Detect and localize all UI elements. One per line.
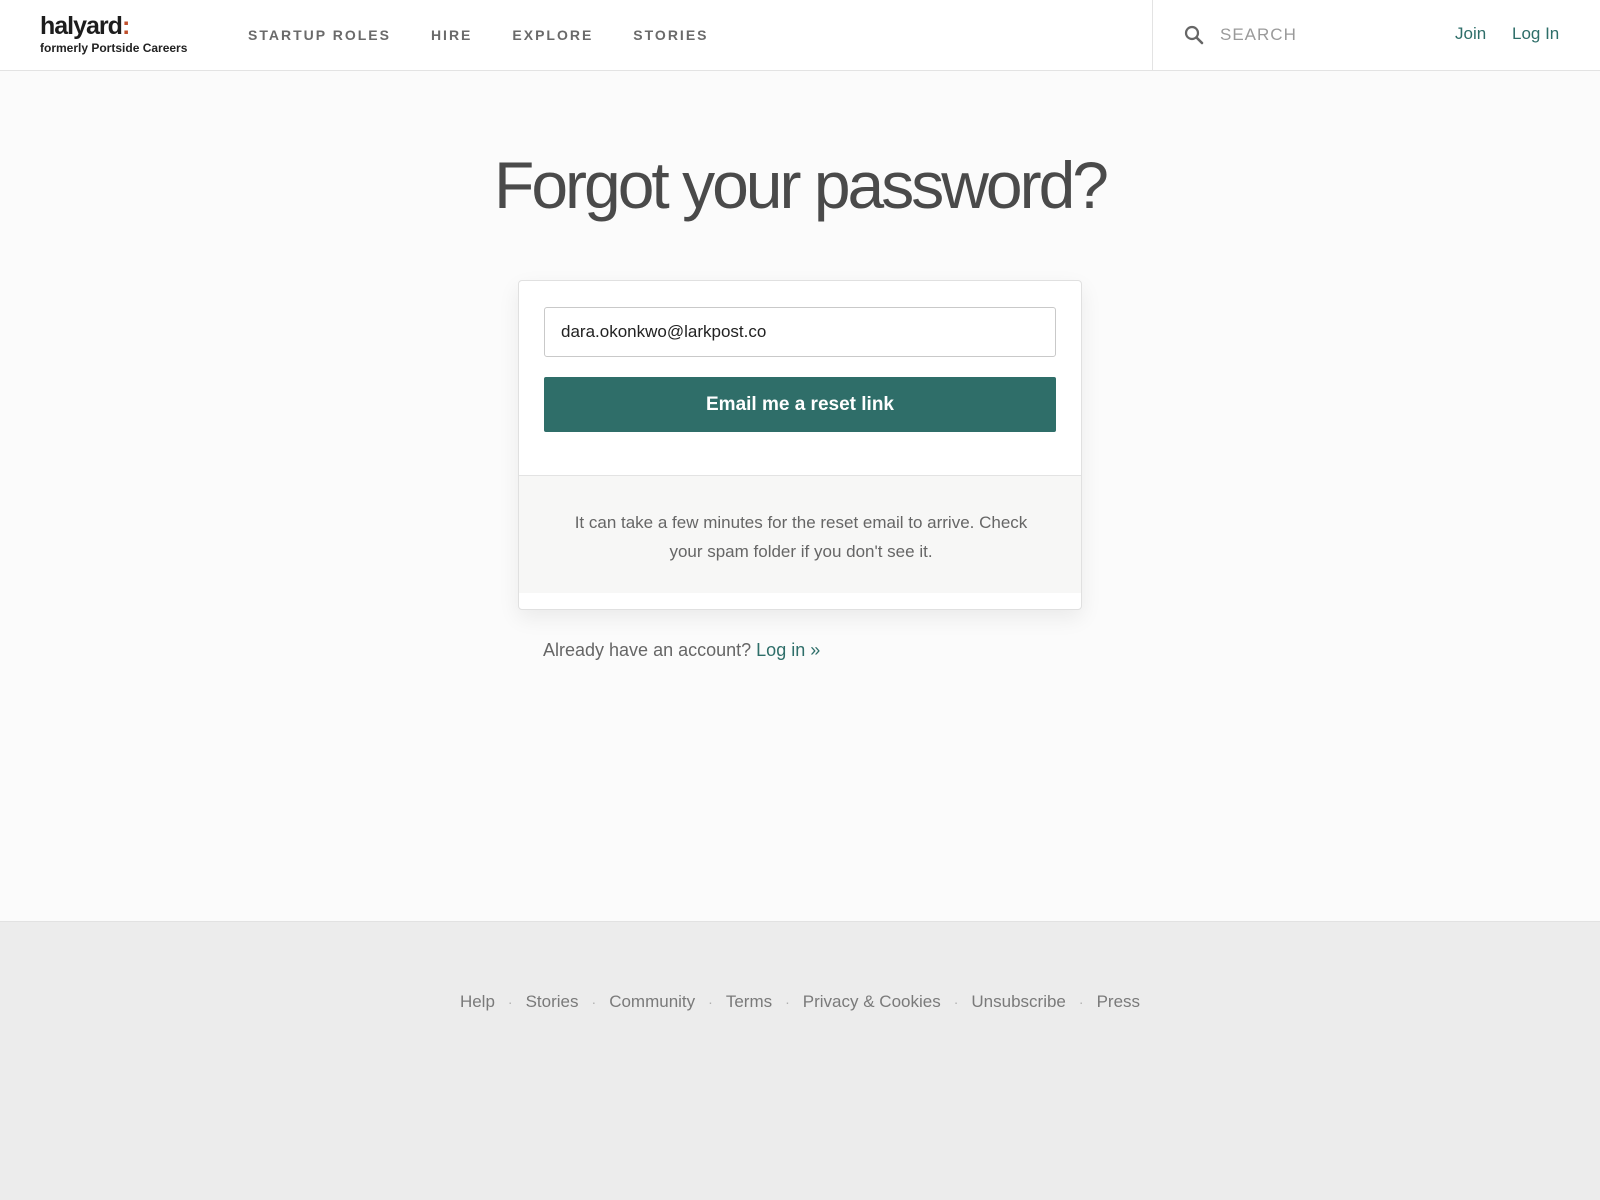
nav-stories[interactable]: STORIES xyxy=(633,27,708,43)
footer-link-help[interactable]: Help xyxy=(460,992,495,1012)
footer-separator: · xyxy=(1078,994,1084,1010)
nav-startup-roles[interactable]: STARTUP ROLES xyxy=(248,27,391,43)
nav-hire[interactable]: HIRE xyxy=(431,27,472,43)
email-field[interactable] xyxy=(544,307,1056,357)
header-divider xyxy=(1152,0,1153,70)
site-header: halyard: formerly Portside Careers START… xyxy=(0,0,1600,71)
logo-wordmark: halyard: xyxy=(40,12,187,40)
main-nav: STARTUP ROLES HIRE EXPLORE STORIES xyxy=(248,0,749,70)
join-link[interactable]: Join xyxy=(1455,24,1486,44)
footer-link-privacy[interactable]: Privacy & Cookies xyxy=(803,992,941,1012)
footer-separator: · xyxy=(507,994,513,1010)
footer-links: Help · Stories · Community · Terms · Pri… xyxy=(0,992,1600,1012)
reset-password-card: Email me a reset link It can take a few … xyxy=(518,280,1082,610)
logo-colon: : xyxy=(121,12,130,40)
page-title: Forgot your password? xyxy=(494,148,1109,222)
nav-explore[interactable]: EXPLORE xyxy=(512,27,593,43)
search-icon[interactable] xyxy=(1184,25,1204,45)
already-text: Already have an account? xyxy=(543,640,752,660)
logo-subtitle: formerly Portside Careers xyxy=(40,41,188,55)
logo-text: halyard xyxy=(40,12,123,40)
footer-link-stories[interactable]: Stories xyxy=(526,992,579,1012)
footer-link-press[interactable]: Press xyxy=(1097,992,1140,1012)
login-instead-link[interactable]: Log in » xyxy=(756,640,820,660)
footer-separator: · xyxy=(591,994,597,1010)
footer-separator: · xyxy=(953,994,959,1010)
search-input[interactable] xyxy=(1210,20,1400,50)
email-reset-link-button[interactable]: Email me a reset link xyxy=(544,377,1056,432)
footer-separator: · xyxy=(708,994,713,1010)
footer-link-community[interactable]: Community xyxy=(609,992,695,1012)
reset-info-note: It can take a few minutes for the reset … xyxy=(519,475,1081,593)
site-logo[interactable]: halyard: formerly Portside Careers xyxy=(40,12,187,55)
footer-link-unsubscribe[interactable]: Unsubscribe xyxy=(971,992,1066,1012)
login-link[interactable]: Log In xyxy=(1512,24,1559,44)
footer-link-terms[interactable]: Terms xyxy=(726,992,772,1012)
already-have-account: Already have an account? Log in » xyxy=(543,640,820,661)
site-footer: Help · Stories · Community · Terms · Pri… xyxy=(0,921,1600,1200)
footer-separator: · xyxy=(785,994,790,1010)
